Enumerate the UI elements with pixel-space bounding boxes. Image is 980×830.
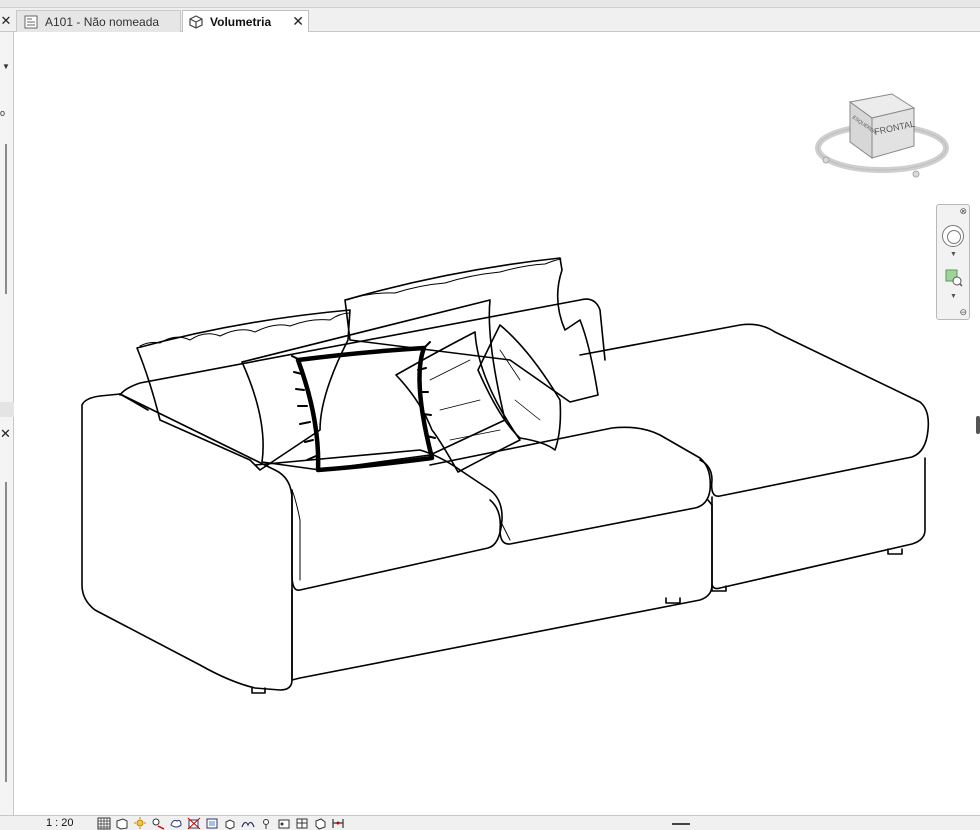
- sofa-chaise-base: [711, 457, 926, 590]
- scrollbar[interactable]: [5, 482, 7, 782]
- shadows-icon[interactable]: [151, 817, 165, 830]
- close-navbar-icon[interactable]: ⊗: [959, 206, 967, 217]
- unlocked-3d-view-icon[interactable]: [223, 817, 237, 830]
- crop-view-icon[interactable]: [187, 817, 201, 830]
- sofa-base-front: [291, 504, 713, 681]
- show-crop-region-icon[interactable]: [205, 817, 219, 830]
- view-scale[interactable]: 1 : 20: [46, 817, 74, 829]
- panel-marker: o: [0, 108, 6, 118]
- home-icon[interactable]: [912, 170, 920, 178]
- back-pillow-2: [344, 257, 599, 403]
- revit-window: ✕ A101 - Não nomeada Volumetria ✕ ▼ o ✕: [0, 0, 980, 830]
- 3d-view-icon: [189, 14, 203, 29]
- visual-style-icon[interactable]: [115, 817, 129, 830]
- sofa-left-arm: [81, 393, 293, 691]
- view-control-icons: [97, 817, 345, 830]
- steering-wheel-icon[interactable]: [942, 225, 964, 247]
- sheet-icon: [24, 15, 38, 28]
- highlight-displacement-icon[interactable]: [313, 817, 327, 830]
- render-icon[interactable]: [169, 817, 183, 830]
- temporary-hide-icon[interactable]: [241, 817, 255, 830]
- reveal-hidden-icon[interactable]: [259, 817, 273, 830]
- tab-volumetria[interactable]: Volumetria ✕: [182, 10, 309, 32]
- view-control-bar: 1 : 20: [0, 815, 980, 830]
- tab-sheet-a101[interactable]: A101 - Não nomeada: [16, 10, 181, 32]
- show-analytical-model-icon[interactable]: [295, 817, 309, 830]
- chevron-down-icon[interactable]: ▼: [950, 293, 957, 300]
- rectangular-cushion: [241, 299, 506, 471]
- zoom-region-icon[interactable]: [945, 269, 963, 287]
- dropdown-arrow-icon[interactable]: ▼: [2, 62, 10, 71]
- view-tab-bar: ✕ A101 - Não nomeada Volumetria ✕: [0, 8, 980, 32]
- viewcube[interactable]: FRONTAL ESQUERDA: [812, 88, 952, 188]
- sofa-backrest: [119, 298, 606, 396]
- navbar-menu-icon[interactable]: ⊖: [959, 307, 967, 318]
- sun-path-icon[interactable]: [133, 817, 147, 830]
- sofa-chaise-top: [579, 323, 930, 497]
- reveal-constraints-icon[interactable]: [331, 817, 345, 830]
- close-panel-icon[interactable]: ✕: [0, 426, 11, 442]
- temporary-view-properties-icon[interactable]: [277, 817, 291, 830]
- panel-divider: [0, 402, 14, 417]
- left-docked-panel: ▼ o ✕: [0, 32, 14, 822]
- scrollbar[interactable]: [5, 144, 7, 294]
- detail-level-icon[interactable]: [97, 817, 111, 830]
- chevron-down-icon[interactable]: ▼: [950, 251, 957, 258]
- status-divider: [672, 823, 690, 825]
- tab-label: Volumetria: [210, 14, 272, 29]
- tab-label: A101 - Não nomeada: [45, 14, 160, 29]
- close-icon[interactable]: ✕: [0, 11, 12, 31]
- scrollbar-thumb[interactable]: [976, 416, 980, 434]
- close-tab-icon[interactable]: ✕: [292, 13, 304, 30]
- sofa-seat-cushion-middle: [429, 426, 712, 545]
- navigation-bar: ⊗ ▼ ▼ ⊖: [936, 204, 970, 320]
- window-top-strip: [0, 0, 980, 8]
